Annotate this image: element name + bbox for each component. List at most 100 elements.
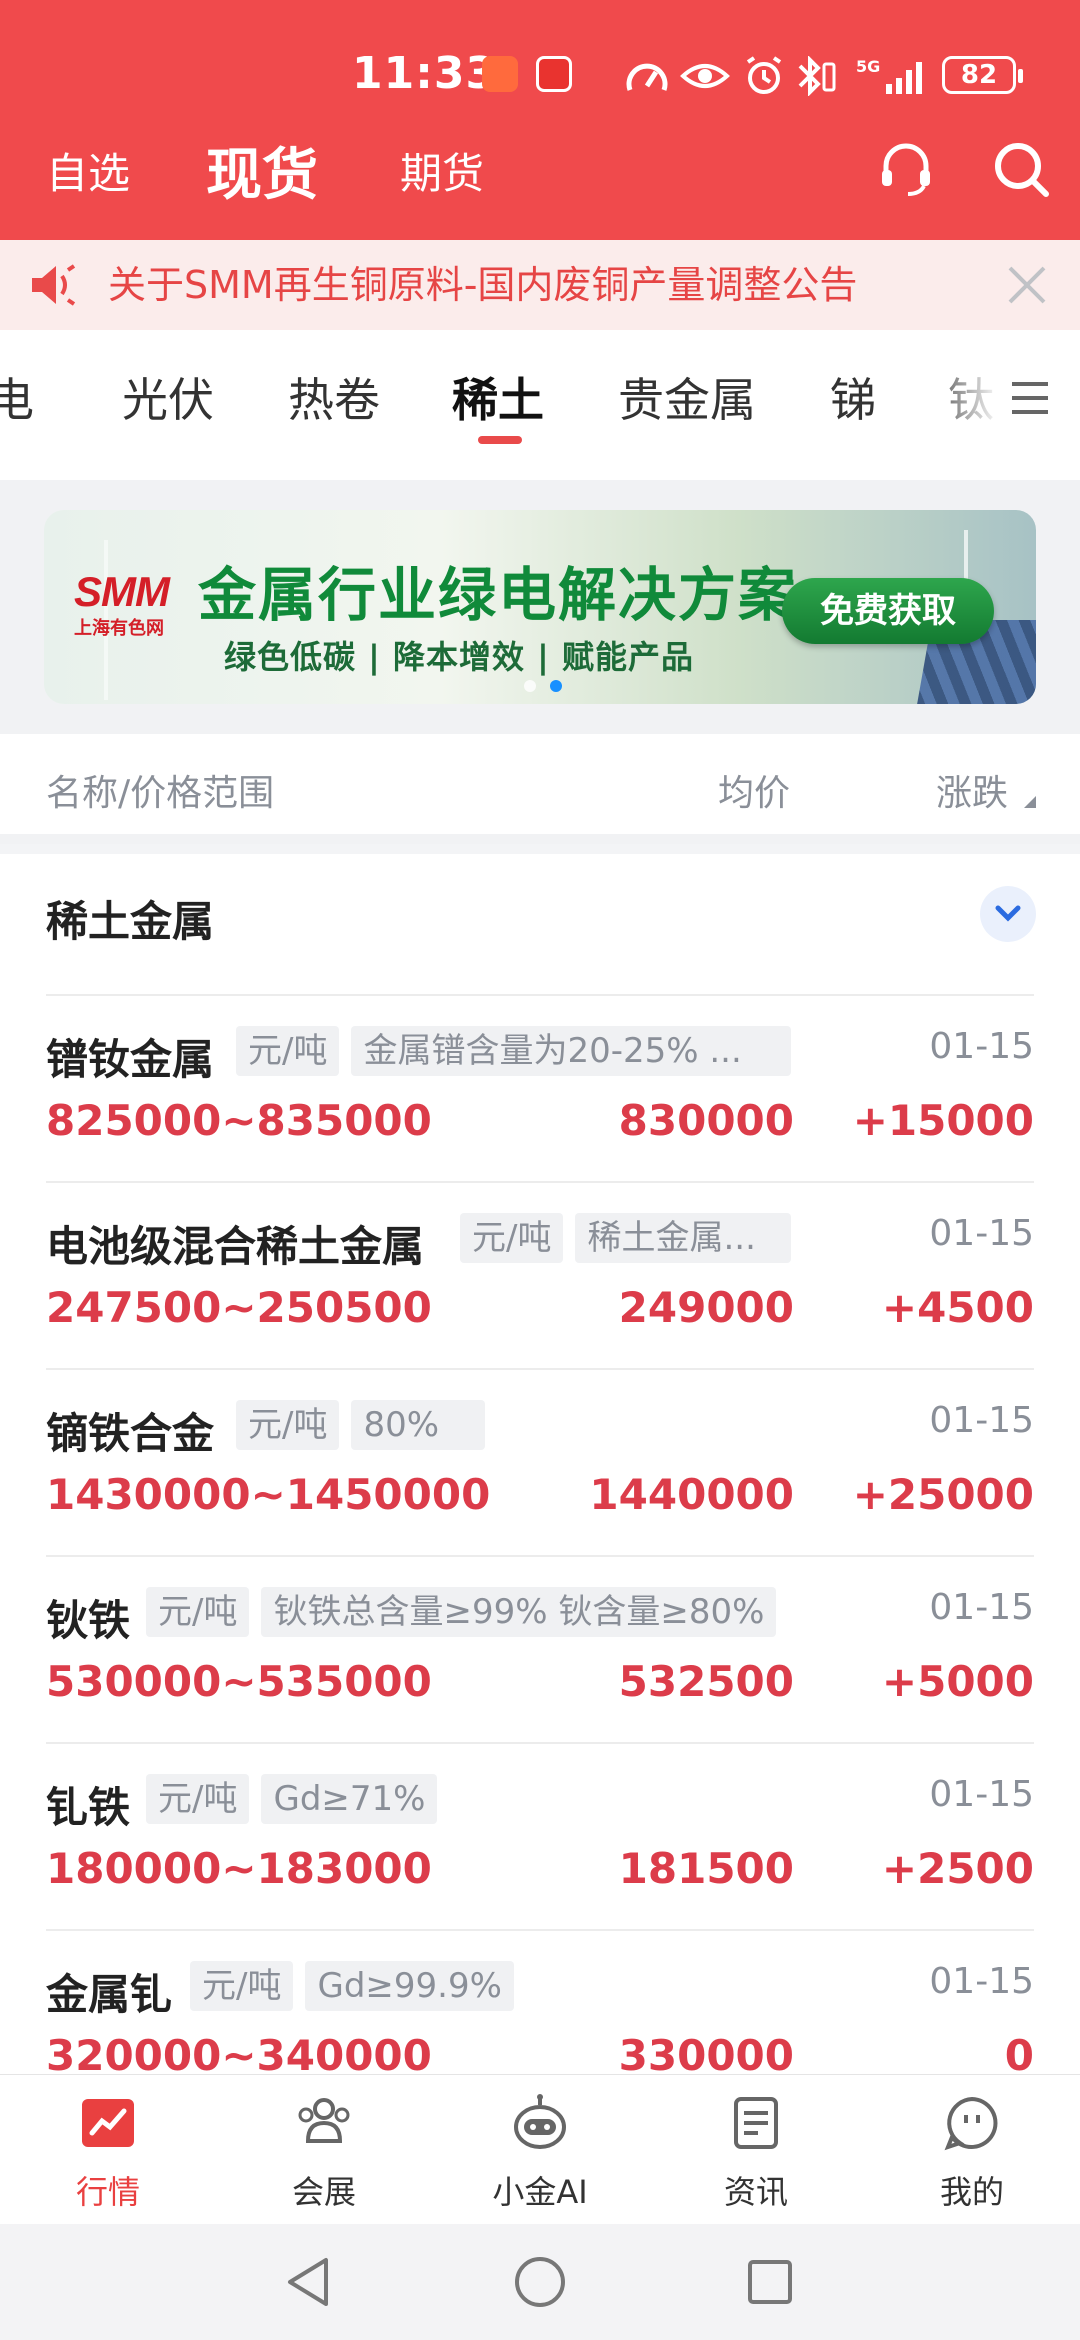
unit-tag: 元/吨 [236,1400,340,1450]
item-name: 钆铁 [46,1783,131,1832]
list-item[interactable]: 钬铁 元/吨 钬铁总含量≥99% 钬含量≥80% 01-15 530000~53… [46,1555,1034,1742]
nav-label: 小金AI [492,2173,588,2211]
avg-price: 1440000 [589,1470,794,1519]
tab-watchlist[interactable]: 自选 [46,120,130,220]
chevron-down-icon[interactable] [980,886,1036,942]
pagination-dot [524,680,536,692]
notice-bar[interactable]: 关于SMM再生铜原料-国内废铜产量调整公告 [0,240,1080,330]
price-range: 1430000~1450000 [46,1470,491,1519]
banner-title: 金属行业绿电解决方案 [198,561,799,629]
list-item[interactable]: 镨钕金属 元/吨 金属镨含量为20-25% ... 01-15 825000~8… [46,994,1034,1181]
price-change: +4500 [881,1283,1034,1332]
price-change: +2500 [881,1844,1034,1893]
tab-category[interactable]: 锑 [830,364,876,430]
item-tags: 元/吨 钬铁总含量≥99% 钬含量≥80% [146,1587,777,1637]
top-nav: 自选 现货 期货 [0,120,1080,220]
price-range: 825000~835000 [46,1096,432,1145]
nav-exhibition[interactable]: 会展 [216,2075,432,2225]
price-change: +25000 [852,1470,1034,1519]
avg-price: 532500 [618,1657,794,1706]
item-date: 01-15 [929,1587,1034,1628]
banner-cta-button[interactable]: 免费获取 [782,578,994,644]
avg-price: 830000 [618,1096,794,1145]
tabs-fade [920,330,1000,480]
banner-area: SMM 上海有色网 金属行业绿电解决方案 绿色低碳 | 降本增效 | 赋能产品 … [0,480,1080,734]
signal-icon: 5G [856,57,922,94]
speedometer-icon [626,63,668,91]
nav-market[interactable]: 行情 [0,2075,216,2225]
news-icon [734,2097,778,2149]
spec-tag: 钬铁总含量≥99% 钬含量≥80% [261,1587,777,1637]
list-item[interactable]: 钆铁 元/吨 Gd≥71% 01-15 180000~183000 181500… [46,1742,1034,1929]
item-tags: 元/吨 Gd≥71% [146,1774,438,1824]
sort-icon[interactable] [1024,796,1036,808]
pagination-dot-active [550,680,562,692]
avg-price: 181500 [618,1844,794,1893]
search-icon[interactable] [990,138,1054,202]
nav-profile[interactable]: 我的 [864,2075,1080,2225]
tab-category[interactable]: 贵金属 [618,364,756,430]
list-item[interactable]: 镝铁合金 元/吨 80% 01-15 1430000~1450000 14400… [46,1368,1034,1555]
menu-icon[interactable] [1006,374,1054,422]
unit-tag: 元/吨 [146,1587,250,1637]
tab-category[interactable]: 热卷 [288,364,380,430]
app-notification-icon [536,56,572,92]
tab-category-active[interactable]: 稀土 [452,364,544,430]
avg-price: 249000 [618,1283,794,1332]
price-change: 0 [1004,2031,1034,2074]
tab-spot[interactable]: 现货 [206,120,318,220]
close-icon[interactable] [1004,262,1050,308]
item-tags: 元/吨 金属镨含量为20-25% ... [236,1026,792,1076]
notice-text[interactable]: 关于SMM再生铜原料-国内废铜产量调整公告 [108,240,857,330]
nav-ai[interactable]: 小金AI [432,2075,648,2225]
item-date: 01-15 [929,1774,1034,1815]
price-range: 247500~250500 [46,1283,432,1332]
status-bar: 11:33 5G 82 [0,40,1080,120]
price-range: 320000~340000 [46,2031,432,2074]
active-tab-indicator [478,436,522,444]
item-date: 01-15 [929,1026,1034,1067]
tab-futures[interactable]: 期货 [400,120,484,220]
banner-pagination [524,680,562,692]
speaker-icon [32,264,76,306]
spec-tag: 稀土金属... [575,1213,792,1263]
customer-service-icon[interactable] [874,138,938,202]
column-name: 名称/价格范围 [46,773,275,814]
battery-indicator: 82 [942,56,1023,94]
item-tags: 元/吨 稀土金属... [460,1213,792,1263]
price-range: 180000~183000 [46,1844,432,1893]
price-range: 530000~535000 [46,1657,432,1706]
home-icon[interactable] [512,2254,568,2310]
nav-news[interactable]: 资讯 [648,2075,864,2225]
bluetooth-icon [798,56,836,96]
unit-tag: 元/吨 [146,1774,250,1824]
tab-category[interactable]: 电 [0,364,34,430]
column-avg: 均价 [718,773,791,814]
back-icon[interactable] [282,2254,338,2310]
tab-category[interactable]: 光伏 [122,364,214,430]
app-header: 11:33 5G 82 自选 现货 期货 [0,0,1080,240]
unit-tag: 元/吨 [236,1026,340,1076]
spec-tag: 80% [351,1400,486,1450]
list-item[interactable]: 金属钆 元/吨 Gd≥99.9% 01-15 320000~340000 330… [46,1929,1034,2074]
people-icon [298,2098,350,2143]
category-tabs: 电 光伏 热卷 稀土 贵金属 锑 钛 [0,330,1080,480]
robot-icon [514,2094,566,2149]
list-item[interactable]: 电池级混合稀土金属 元/吨 稀土金属... 01-15 247500~25050… [46,1181,1034,1368]
price-change: +15000 [852,1096,1034,1145]
price-list: 稀土金属 镨钕金属 元/吨 金属镨含量为20-25% ... 01-15 825… [0,854,1080,2074]
item-tags: 元/吨 80% [236,1400,486,1450]
item-tags: 元/吨 Gd≥99.9% [190,1961,514,2011]
column-change[interactable]: 涨跌 [936,764,1008,816]
nav-label: 会展 [291,2173,356,2211]
promo-banner[interactable]: SMM 上海有色网 金属行业绿电解决方案 绿色低碳 | 降本增效 | 赋能产品 … [44,510,1036,704]
item-name: 镨钕金属 [46,1035,215,1084]
group-title: 稀土金属 [46,897,215,946]
price-change: +5000 [881,1657,1034,1706]
item-name: 电池级混合稀土金属 [46,1222,425,1271]
recents-icon[interactable] [742,2254,798,2310]
eye-icon [680,64,730,88]
system-nav-bar [0,2224,1080,2340]
column-header: 名称/价格范围 均价 涨跌 [0,734,1080,844]
status-time: 11:33 [352,48,498,99]
